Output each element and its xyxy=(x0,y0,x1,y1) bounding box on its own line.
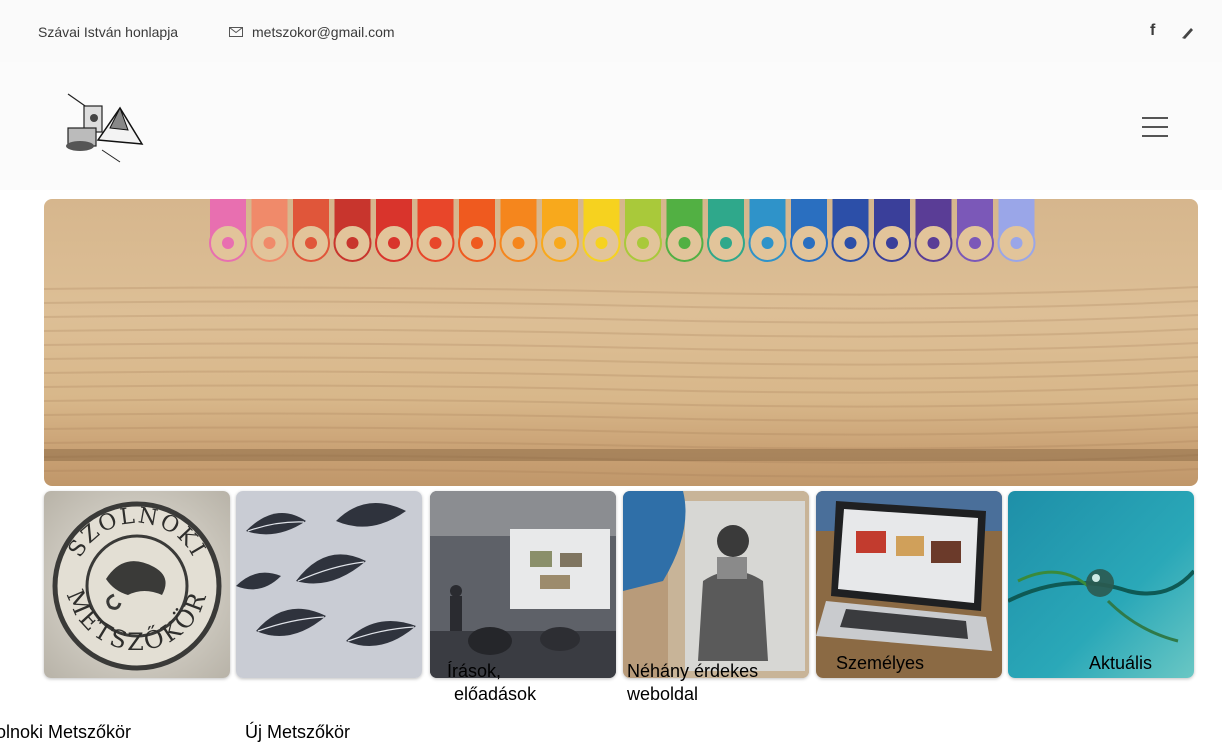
pencil xyxy=(997,199,1036,262)
site-title[interactable]: Szávai István honlapja xyxy=(38,24,178,40)
pencil xyxy=(292,199,330,262)
pencil xyxy=(250,199,289,262)
mail-icon xyxy=(229,27,243,37)
tile-label-szolnoki[interactable]: olnoki Metszőkör xyxy=(0,722,131,743)
email-link[interactable]: metszokor@gmail.com xyxy=(252,24,395,40)
lecture-room-image xyxy=(430,491,616,678)
tile-label-uj[interactable]: Új Metszőkör xyxy=(245,722,350,743)
tile-irasok-eloadasok[interactable] xyxy=(430,491,616,678)
hero-banner xyxy=(44,199,1198,486)
facebook-icon[interactable]: f xyxy=(1150,22,1155,40)
pencil xyxy=(582,199,621,262)
pencil xyxy=(665,199,704,262)
hamburger-menu-icon[interactable] xyxy=(1142,117,1168,139)
tile-label-nehany-line2[interactable]: weboldal xyxy=(627,683,698,706)
pencil xyxy=(748,199,787,262)
wood-grain-line xyxy=(44,356,1198,366)
pencil xyxy=(873,199,911,262)
wood-grain-line xyxy=(44,286,1198,296)
site-logo[interactable] xyxy=(58,88,150,166)
pencil xyxy=(707,199,745,262)
wood-grain-line xyxy=(44,426,1198,436)
header xyxy=(0,62,1222,190)
water-drop-image xyxy=(1008,491,1194,678)
pencil xyxy=(790,199,828,262)
top-bar xyxy=(0,0,1222,62)
tile-szolnoki-metszokor[interactable]: SZOLNOKI METSZŐKÖR xyxy=(44,491,230,678)
portrait-image xyxy=(623,491,809,678)
pencil xyxy=(209,199,247,262)
pencil xyxy=(541,199,579,262)
pencil xyxy=(499,199,538,262)
leaf-print-image xyxy=(236,491,422,678)
pencil xyxy=(375,199,413,262)
wood-grain-line xyxy=(44,398,1198,408)
tile-nehany-erdekes-weboldal[interactable] xyxy=(623,491,809,678)
tile-label-nehany-line1[interactable]: Néhány érdekes xyxy=(627,660,758,683)
tile-uj-metszokor[interactable] xyxy=(236,491,422,678)
wood-edge xyxy=(44,449,1198,461)
wood-grain-line xyxy=(44,370,1198,380)
pencil xyxy=(956,199,994,262)
pencil xyxy=(458,199,496,262)
laptop-image xyxy=(816,491,1002,678)
pencil xyxy=(831,199,870,262)
pencil xyxy=(914,199,953,262)
tile-label-irasok-line1[interactable]: Írások, xyxy=(447,660,501,683)
tile-label-aktualis[interactable]: Aktuális xyxy=(1089,652,1152,675)
tile-aktualis[interactable] xyxy=(1008,491,1194,678)
wood-grain-line xyxy=(44,468,1198,478)
wood-grain-line xyxy=(44,440,1198,450)
wood-grain-line xyxy=(44,300,1198,310)
wood-grain-line xyxy=(44,314,1198,324)
wood-grain-line xyxy=(44,342,1198,352)
category-tiles: SZOLNOKI METSZŐKÖR xyxy=(44,491,1194,678)
wood-grain-line xyxy=(44,384,1198,394)
seal-image: SZOLNOKI METSZŐKÖR xyxy=(44,491,230,678)
wood-grain-line xyxy=(44,412,1198,422)
colored-pencils-image xyxy=(44,199,1198,478)
tile-label-irasok-line2[interactable]: előadások xyxy=(454,683,536,706)
tile-szemelyes[interactable] xyxy=(816,491,1002,678)
tile-label-szemelyes[interactable]: Személyes xyxy=(836,652,924,675)
wood-grain-line xyxy=(44,328,1198,338)
pencil xyxy=(624,199,662,262)
pen-icon[interactable] xyxy=(1180,24,1196,40)
pencil xyxy=(333,199,372,262)
pencil xyxy=(416,199,455,262)
